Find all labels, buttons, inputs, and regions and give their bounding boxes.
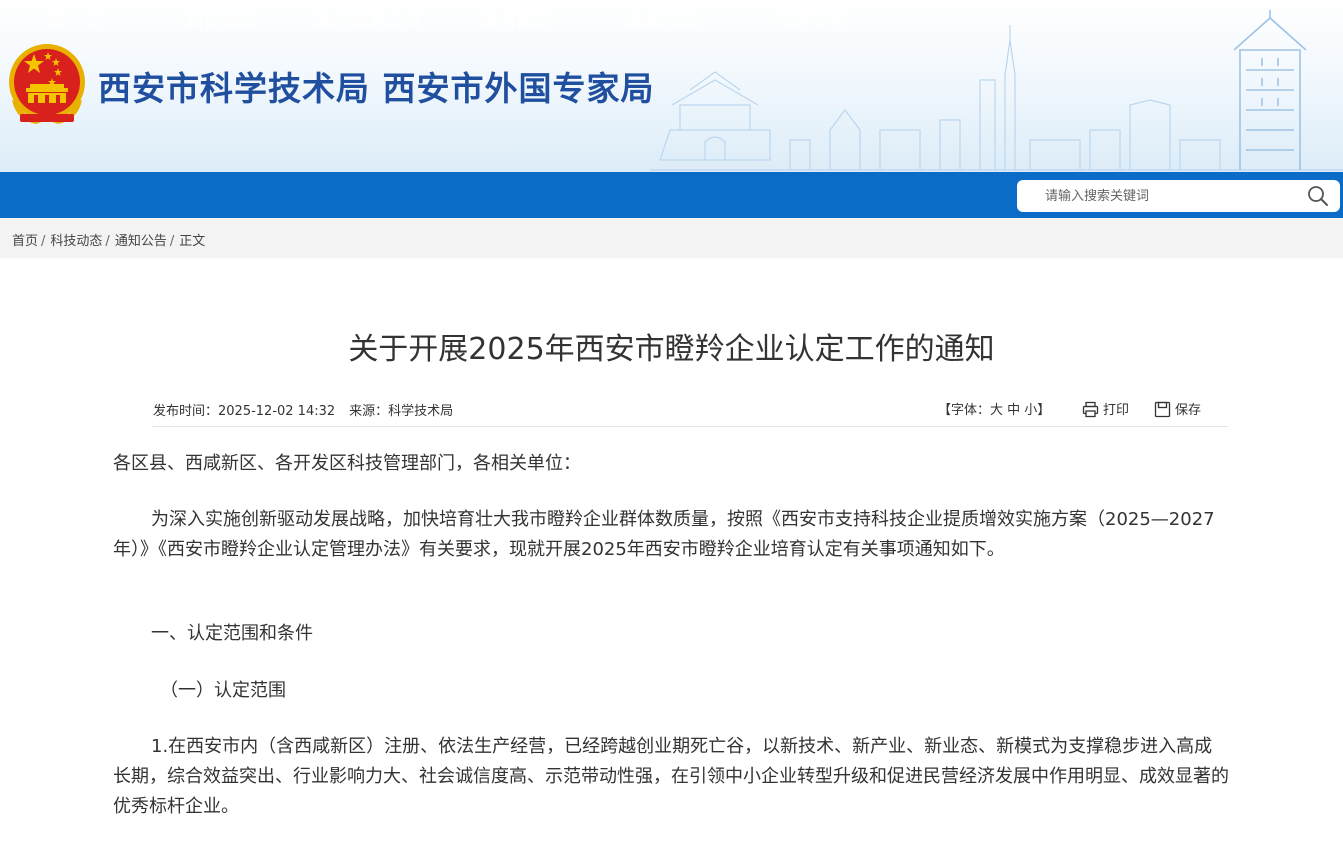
print-button[interactable]: 打印 xyxy=(1082,399,1129,418)
breadcrumb-tech-news[interactable]: 科技动态 xyxy=(50,234,102,249)
search-icon[interactable] xyxy=(1306,184,1330,208)
section-heading: 一、认定范围和条件 xyxy=(151,623,313,644)
article-paragraph: 为深入实施创新驱动发展战略，加快培育壮大我市瞪羚企业群体数质量，按照《西安市支持… xyxy=(113,509,1215,560)
subsection-heading: （一）认定范围 xyxy=(160,680,286,701)
search-input[interactable] xyxy=(1045,180,1295,212)
save-icon xyxy=(1154,401,1171,418)
article-source: 来源：科学技术局 xyxy=(349,404,454,419)
breadcrumb-separator: / xyxy=(105,234,110,249)
nav-item-gov-services[interactable]: 政务服务 xyxy=(481,0,553,46)
print-icon xyxy=(1082,401,1099,418)
national-emblem-icon xyxy=(9,44,85,124)
breadcrumb-separator: / xyxy=(169,234,175,249)
article-title: 关于开展2025年西安市瞪羚企业认定工作的通知 xyxy=(348,332,995,367)
article-paragraph: 1.在西安市内（含西咸新区）注册、依法生产经营，已经跨越创业期死亡谷，以新技术、… xyxy=(113,736,1229,817)
nav-item-special-topics[interactable]: 专题专栏 xyxy=(776,0,848,46)
save-label: 保存 xyxy=(1175,403,1202,418)
nav-item-interaction[interactable]: 政民互动 xyxy=(628,0,700,46)
publish-time: 发布时间：2025-12-02 14:32 xyxy=(153,404,336,419)
breadcrumb-separator: / xyxy=(41,234,46,249)
nav-item-tech-news[interactable]: 科技动态 xyxy=(186,0,258,46)
print-label: 打印 xyxy=(1103,403,1130,418)
breadcrumb-current: 正文 xyxy=(179,234,206,249)
article-meta: 发布时间：2025-12-02 14:32 来源：科学技术局 xyxy=(153,400,467,419)
article-salutation: 各区县、西咸新区、各开发区科技管理部门，各相关单位： xyxy=(113,453,581,474)
font-size-control[interactable]: 【字体：大 中 小】 xyxy=(938,399,1050,418)
breadcrumb-home[interactable]: 首页 xyxy=(12,234,38,249)
site-title: 西安市科学技术局 西安市外国专家局 xyxy=(98,69,655,108)
nav-item-gov-info[interactable]: 政府信息公开 xyxy=(315,0,423,46)
city-skyline-illustration xyxy=(650,10,1343,171)
nav-item-home[interactable]: 首 页 xyxy=(48,0,102,46)
breadcrumb: 首页 / 科技动态 / 通知公告 / 正文 xyxy=(12,230,205,249)
meta-divider xyxy=(152,426,1228,427)
search-box xyxy=(1017,180,1340,212)
breadcrumb-notices[interactable]: 通知公告 xyxy=(115,234,167,249)
save-button[interactable]: 保存 xyxy=(1154,399,1201,418)
